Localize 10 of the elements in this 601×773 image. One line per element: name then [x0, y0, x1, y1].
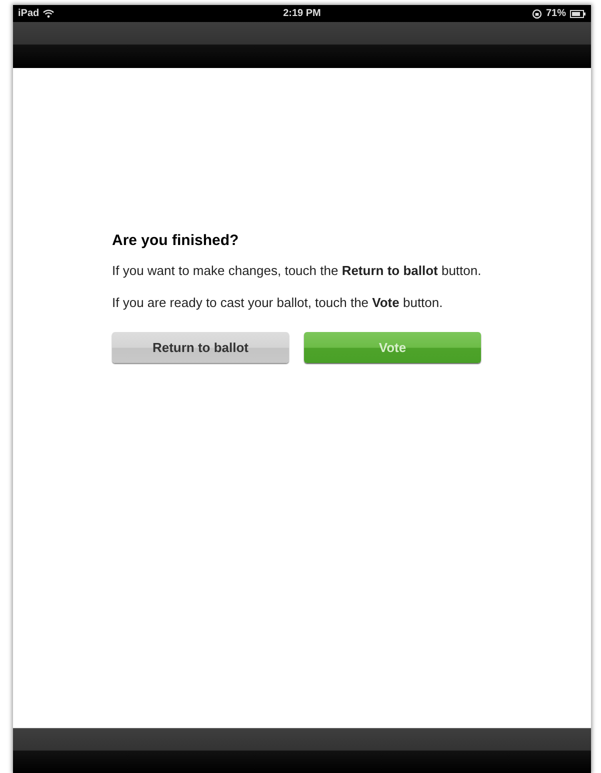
return-button[interactable]: Return to ballot: [112, 332, 289, 363]
instruction-text: If you are ready to cast your ballot, touch the Vote button.: [112, 294, 444, 312]
battery-icon: [570, 10, 586, 18]
dialog-title: Are you finished?: [112, 232, 240, 249]
battery-percent: 71%: [546, 8, 566, 19]
wifi-icon: [43, 9, 54, 18]
device-name: iPad: [18, 8, 40, 19]
instruction-text: If you want to make changes, touch the Return to ballot button.: [112, 262, 482, 280]
rotation-lock-icon: [532, 8, 542, 18]
status-time: 2:19 PM: [283, 8, 321, 19]
